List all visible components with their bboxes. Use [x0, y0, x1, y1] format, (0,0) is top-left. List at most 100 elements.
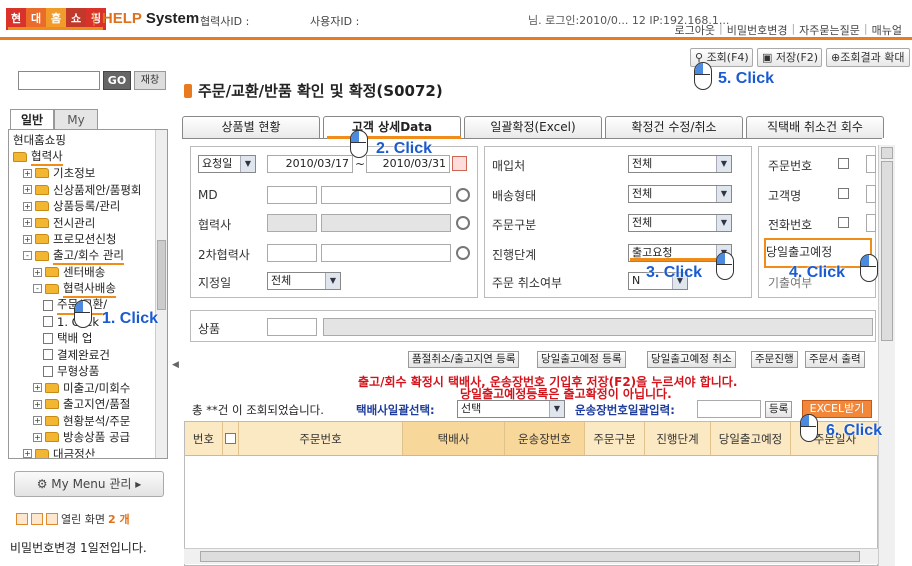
phone-input[interactable] — [866, 214, 876, 232]
save-button[interactable]: ▣ 저장(F2) — [757, 48, 822, 67]
delivery-type-select[interactable]: 전체 ▼ — [628, 185, 732, 203]
menu-search-input[interactable] — [18, 71, 100, 90]
customer-input[interactable] — [866, 185, 876, 203]
folder-icon — [35, 201, 49, 212]
tab-my[interactable]: My — [54, 109, 98, 129]
go-button[interactable]: GO — [103, 71, 131, 90]
customer-checkbox[interactable] — [838, 188, 849, 199]
md-name-input[interactable] — [321, 186, 451, 204]
supplier-select[interactable]: 전체 ▼ — [628, 155, 732, 173]
product-name-input[interactable] — [323, 318, 873, 336]
tree-item[interactable]: + 전시관리 — [9, 215, 167, 232]
tree-item[interactable]: 택배 업 — [9, 330, 167, 347]
col-order-type[interactable]: 주문구분 — [585, 422, 645, 455]
sub-partner-code-input[interactable] — [267, 244, 317, 262]
product-code-input[interactable] — [267, 318, 317, 336]
calendar-icon[interactable] — [452, 156, 467, 171]
expand-icon[interactable]: + — [23, 218, 32, 228]
tab-customer-detail[interactable]: 고객 상세Data — [323, 116, 461, 138]
expand-icon[interactable]: + — [33, 416, 42, 426]
expand-results-button[interactable]: ⊕조회결과 확대 — [826, 48, 910, 67]
tab-direct-cancel[interactable]: 직택배 취소건 회수 — [746, 116, 884, 138]
tree-item[interactable]: + 방송상품 공급 — [9, 429, 167, 446]
order-progress-button[interactable]: 주문진행 — [751, 351, 798, 368]
tab-general[interactable]: 일반 — [10, 109, 54, 129]
tree-item-label: 출고지연/품절 — [63, 397, 131, 411]
grid-horizontal-scrollbar[interactable] — [184, 548, 878, 564]
expand-icon[interactable]: + — [23, 185, 32, 195]
register-button[interactable]: 등록 — [765, 401, 793, 418]
sameday-register-button[interactable]: 당일출고예정 등록 — [537, 351, 626, 368]
tile-horizontal-icon[interactable] — [46, 513, 58, 525]
order-no-input[interactable] — [866, 155, 876, 173]
tree-item[interactable]: + 기초정보 — [9, 165, 167, 182]
tree-item[interactable]: 결제완료건 — [9, 347, 167, 364]
collapse-sidebar-icon[interactable]: ◀ — [172, 360, 180, 372]
expand-icon[interactable]: + — [33, 383, 42, 393]
tree-item[interactable]: 무형상품 — [9, 363, 167, 380]
expand-icon[interactable]: + — [23, 449, 32, 458]
tracking-bulk-input[interactable] — [697, 400, 761, 418]
tree-item[interactable]: + 대금정산 — [9, 446, 167, 458]
tree-item[interactable]: 현대홈쇼핑 — [9, 132, 167, 149]
reset-button[interactable]: 재창 — [134, 71, 166, 90]
tree-item[interactable]: - 협력사배송 — [9, 281, 167, 298]
col-order-no[interactable]: 주문번호 — [239, 422, 403, 455]
md-code-input[interactable] — [267, 186, 317, 204]
my-menu-button[interactable]: ⚙ My Menu 관리 ▸ — [14, 471, 164, 497]
sub-partner-name-input[interactable] — [321, 244, 451, 262]
col-courier[interactable]: 택배사 — [403, 422, 505, 455]
tile-vertical-icon[interactable] — [31, 513, 43, 525]
collapse-icon[interactable]: - — [23, 251, 32, 261]
col-select-all[interactable] — [223, 422, 239, 455]
search-icon[interactable] — [456, 188, 470, 202]
expand-icon[interactable]: + — [23, 168, 32, 178]
expand-icon[interactable]: + — [23, 201, 32, 211]
col-progress[interactable]: 진행단계 — [645, 422, 711, 455]
tree-item[interactable]: + 현황분석/주문 — [9, 413, 167, 430]
courier-bulk-label: 택배사일괄선택: — [356, 403, 435, 417]
tree-item[interactable]: + 출고지연/품절 — [9, 396, 167, 413]
tree-item[interactable]: + 센터배송 — [9, 264, 167, 281]
col-sameday[interactable]: 당일출고예정 — [711, 422, 791, 455]
logout-link[interactable]: 로그아웃 — [675, 22, 715, 38]
phone-checkbox[interactable] — [838, 217, 849, 228]
order-no-checkbox[interactable] — [838, 158, 849, 169]
designated-date-select[interactable]: 전체 ▼ — [267, 272, 341, 290]
tree-item[interactable]: - 출고/회수 관리 — [9, 248, 167, 265]
col-tracking-no[interactable]: 운송장번호 — [505, 422, 585, 455]
search-icon[interactable] — [456, 216, 470, 230]
page-vertical-scrollbar[interactable] — [878, 145, 895, 566]
date-type-select[interactable]: 요청일 ▼ — [198, 155, 256, 173]
sameday-cancel-button[interactable]: 당일출고예정 취소 — [647, 351, 736, 368]
tab-bulk-confirm[interactable]: 일괄확정(Excel) — [464, 116, 602, 138]
order-type-select[interactable]: 전체 ▼ — [628, 214, 732, 232]
expand-icon[interactable]: + — [33, 432, 42, 442]
partner-name-input[interactable] — [321, 214, 451, 232]
tab-product-status[interactable]: 상품별 현황 — [182, 116, 320, 138]
expand-icon[interactable]: + — [23, 234, 32, 244]
date-from-input[interactable]: 2010/03/17 — [267, 155, 353, 173]
tab-edit-cancel[interactable]: 확정건 수정/취소 — [605, 116, 743, 138]
tree-item[interactable]: + 신상품제안/품평회 — [9, 182, 167, 199]
tree-item[interactable]: 협력사 — [9, 149, 167, 166]
change-password-link[interactable]: 비밀번호변경 — [727, 22, 788, 38]
tree-item[interactable]: + 미출고/미회수 — [9, 380, 167, 397]
tree-item[interactable]: + 프로모션신청 — [9, 231, 167, 248]
print-order-button[interactable]: 주문서 출력 — [805, 351, 865, 368]
cascade-icon[interactable] — [16, 513, 28, 525]
tree-item[interactable]: + 상품등록/관리 — [9, 198, 167, 215]
courier-bulk-select[interactable]: 선택 ▼ — [457, 400, 565, 418]
soldout-delay-button[interactable]: 품절취소/출고지연 등록 — [408, 351, 520, 368]
manual-link[interactable]: 매뉴얼 — [872, 22, 902, 38]
faq-link[interactable]: 자주묻는질문 — [799, 22, 860, 38]
search-icon[interactable] — [456, 246, 470, 260]
expand-icon[interactable]: + — [33, 267, 42, 277]
tree-scrollbar[interactable] — [155, 130, 167, 458]
expand-icon[interactable]: + — [33, 399, 42, 409]
select-all-checkbox[interactable] — [225, 433, 236, 444]
col-number[interactable]: 번호 — [185, 422, 223, 455]
collapse-icon[interactable]: - — [33, 284, 42, 294]
partner-code-input[interactable] — [267, 214, 317, 232]
mouse-pointer-icon — [694, 62, 712, 90]
